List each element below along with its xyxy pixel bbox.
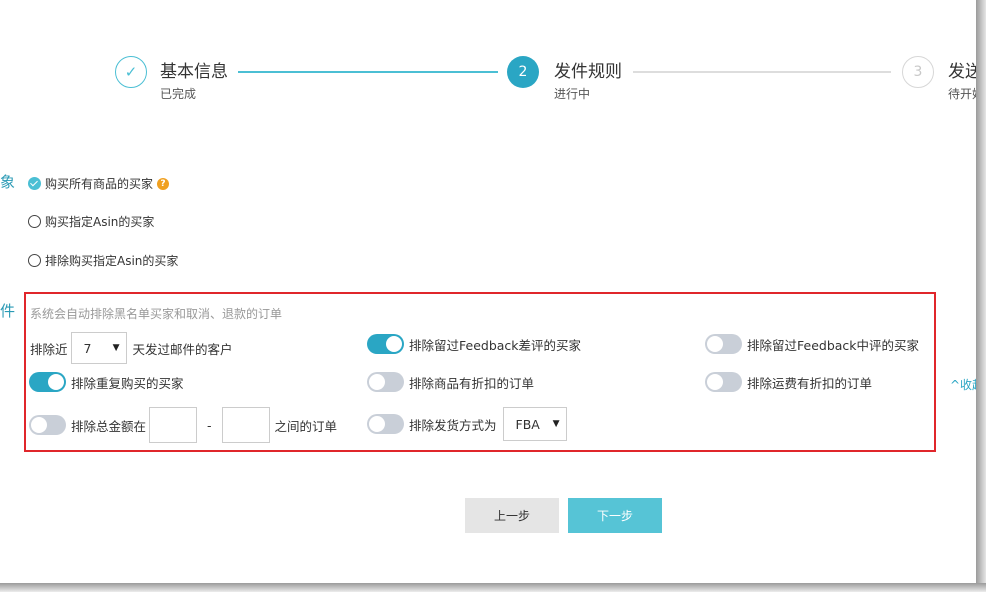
step-3-status: 待开始: [948, 87, 976, 101]
help-icon[interactable]: ?: [157, 177, 170, 190]
previous-step-button[interactable]: 上一步: [465, 498, 559, 533]
caret-down-icon: ▼: [552, 419, 560, 429]
collapse-link[interactable]: ^收起: [950, 376, 976, 393]
radio-option-specified-asin[interactable]: 购买指定Asin的买家: [28, 213, 154, 230]
neutral-feedback-toggle[interactable]: [705, 334, 742, 354]
amount-range-toggle[interactable]: [29, 415, 66, 435]
shipping-method-select[interactable]: FBA ▼: [502, 407, 567, 441]
repeat-buyers-label: 排除重复购买的买家: [71, 375, 184, 391]
radio-label: 排除购买指定Asin的买家: [45, 254, 179, 268]
discounted-items-toggle[interactable]: [367, 372, 404, 392]
discounted-shipping-label: 排除运费有折扣的订单: [747, 375, 873, 391]
next-step-button[interactable]: 下一步: [568, 498, 662, 533]
step-connector-todo: [633, 71, 891, 73]
recent-days-select[interactable]: 7 ▼: [70, 332, 127, 364]
discounted-shipping-toggle[interactable]: [705, 372, 742, 392]
caret-down-icon: ▼: [112, 343, 120, 353]
step-connector-done: [238, 71, 498, 73]
step-1-status: 已完成: [160, 87, 197, 101]
discounted-items-condition[interactable]: 排除商品有折扣的订单: [367, 372, 534, 392]
amount-suffix: 之间的订单: [274, 418, 338, 434]
recent-days-value: 7: [83, 340, 92, 356]
radio-unchecked-icon[interactable]: [28, 215, 41, 228]
amount-range-condition: 排除总金额在 - 之间的订单: [29, 407, 337, 443]
neutral-feedback-condition[interactable]: 排除留过Feedback中评的买家: [705, 334, 919, 354]
negative-feedback-condition[interactable]: 排除留过Feedback差评的买家: [367, 334, 581, 354]
wizard-window: ✓ 基本信息 已完成 2 发件规则 进行中 3 发送时 待开始 象 件 购买所有…: [0, 0, 976, 583]
step-3-number: 3: [902, 56, 934, 88]
condition-section-label: 件: [0, 302, 16, 320]
shipping-method-value: FBA: [515, 416, 540, 432]
repeat-buyers-toggle[interactable]: [29, 372, 66, 392]
target-section-label: 象: [0, 173, 16, 191]
window-shadow-bottom: [0, 583, 986, 592]
step-3-title: 发送时: [948, 62, 976, 82]
window-shadow-right: [976, 0, 986, 592]
step-done-check-icon: ✓: [115, 56, 147, 88]
recent-email-condition: 排除近 7 ▼ 天发过邮件的客户: [30, 332, 233, 364]
discounted-shipping-condition[interactable]: 排除运费有折扣的订单: [705, 372, 872, 392]
repeat-buyers-condition[interactable]: 排除重复购买的买家: [29, 372, 184, 392]
radio-label: 购买所有商品的买家: [45, 177, 154, 191]
radio-unchecked-icon[interactable]: [28, 254, 41, 267]
shipping-method-condition: 排除发货方式为 FBA ▼: [367, 407, 567, 441]
radio-option-all-buyers[interactable]: 购买所有商品的买家 ?: [28, 175, 170, 192]
recent-prefix: 排除近: [30, 341, 68, 357]
shipping-method-prefix: 排除发货方式为: [409, 417, 497, 433]
step-2-status: 进行中: [554, 87, 591, 101]
negative-feedback-label: 排除留过Feedback差评的买家: [409, 337, 582, 353]
radio-label: 购买指定Asin的买家: [45, 215, 155, 229]
recent-suffix: 天发过邮件的客户: [132, 341, 233, 357]
radio-checked-icon[interactable]: [28, 177, 41, 190]
step-2-title: 发件规则: [554, 62, 622, 82]
step-2-number: 2: [507, 56, 539, 88]
discounted-items-label: 排除商品有折扣的订单: [409, 375, 535, 391]
radio-option-exclude-asin[interactable]: 排除购买指定Asin的买家: [28, 252, 178, 269]
negative-feedback-toggle[interactable]: [367, 334, 404, 354]
neutral-feedback-label: 排除留过Feedback中评的买家: [747, 337, 920, 353]
amount-min-input[interactable]: [149, 407, 198, 443]
amount-prefix: 排除总金额在: [71, 418, 147, 434]
amount-dash: -: [207, 417, 212, 433]
step-1-title: 基本信息: [160, 62, 228, 82]
amount-max-input[interactable]: [221, 407, 270, 443]
conditions-hint: 系统会自动排除黑名单买家和取消、退款的订单: [30, 307, 283, 321]
shipping-method-toggle[interactable]: [367, 414, 404, 434]
